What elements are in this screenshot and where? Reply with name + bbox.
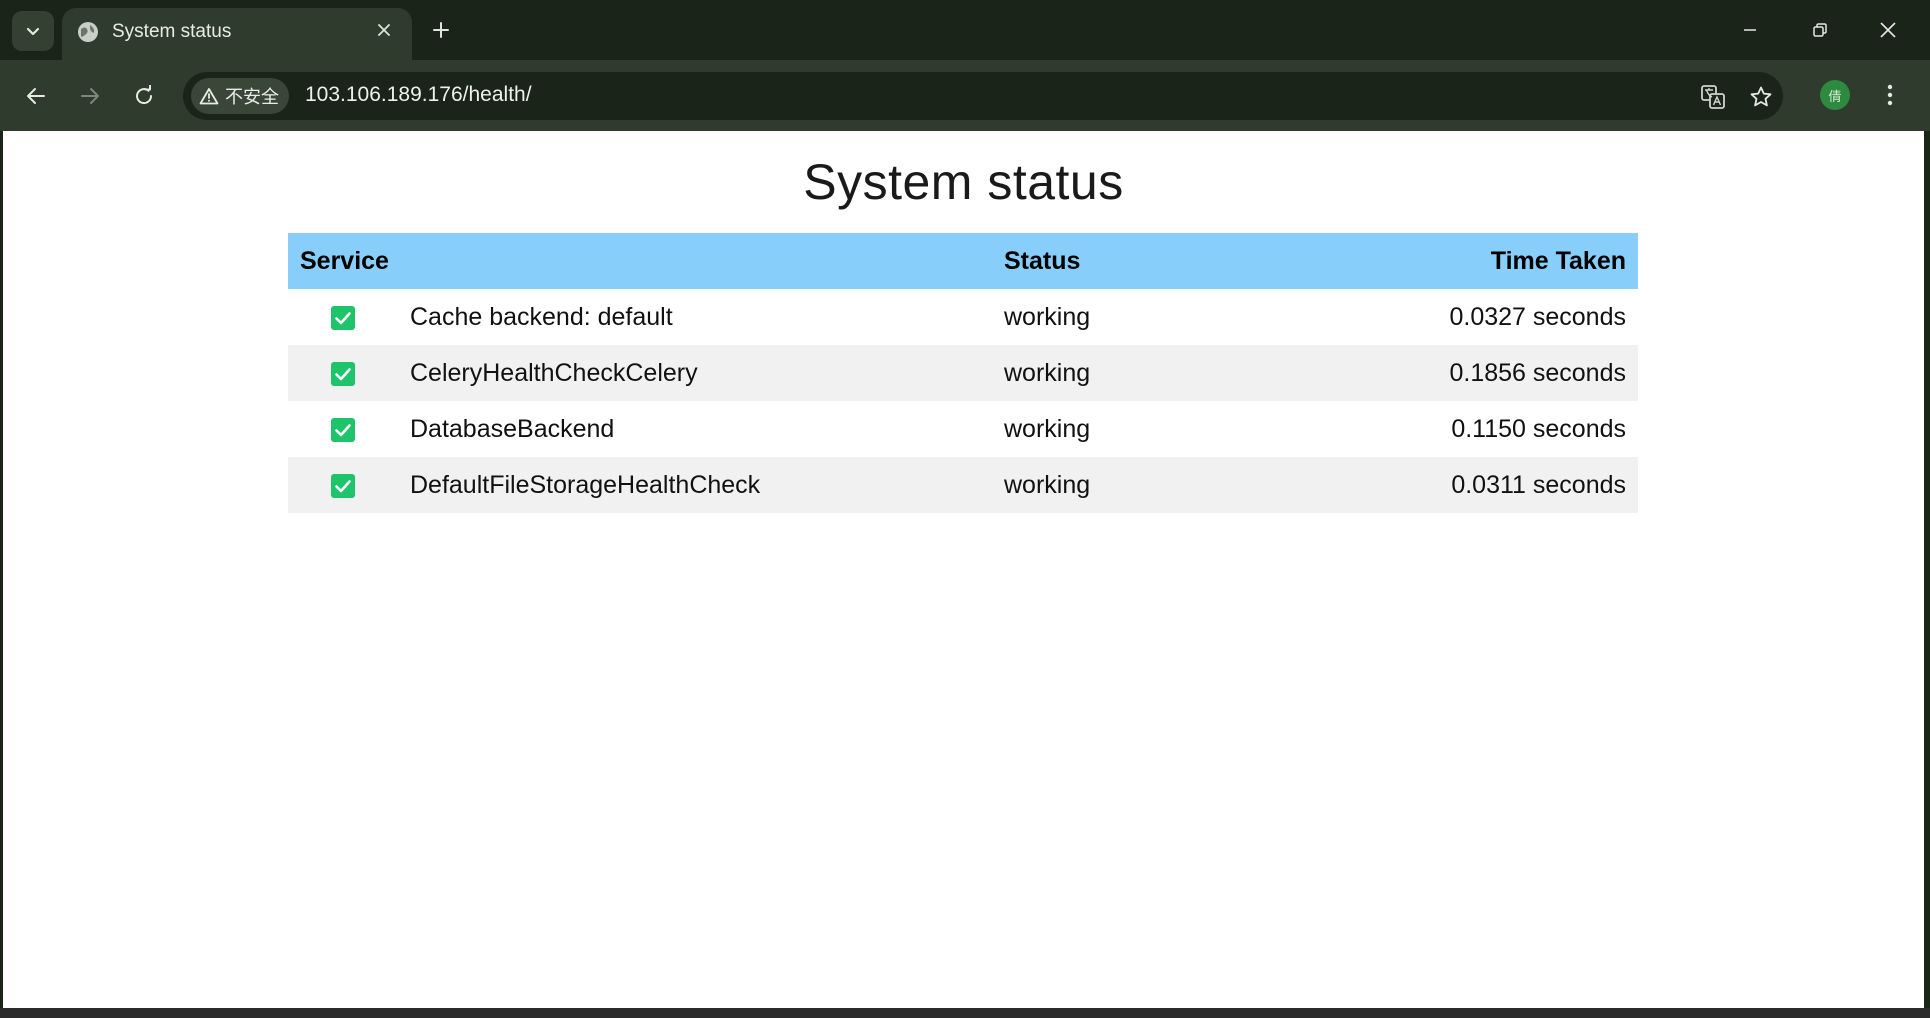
- status-icon-cell: [288, 457, 398, 513]
- bookmark-button[interactable]: [1743, 79, 1779, 115]
- address-bar[interactable]: 不安全 103.106.189.176/health/: [183, 72, 1783, 120]
- table-row: CeleryHealthCheckCelery working 0.1856 s…: [288, 345, 1638, 401]
- column-header-service: Service: [300, 246, 389, 275]
- translate-icon: [1701, 85, 1725, 109]
- forward-arrow-icon: [81, 88, 99, 104]
- reload-button[interactable]: [126, 78, 162, 114]
- service-name: DatabaseBackend: [410, 414, 615, 443]
- back-button[interactable]: [18, 78, 54, 114]
- check-icon: [331, 473, 355, 498]
- translate-button[interactable]: [1695, 79, 1731, 115]
- service-status: working: [1004, 414, 1091, 443]
- minimize-button[interactable]: [1730, 14, 1770, 46]
- back-arrow-icon: [27, 88, 45, 104]
- check-icon: [331, 305, 355, 330]
- time-taken: 0.0311 seconds: [1451, 470, 1626, 499]
- restore-icon: [1813, 23, 1827, 37]
- browser-menu-button[interactable]: [1872, 77, 1908, 113]
- status-icon-cell: [288, 289, 398, 345]
- reload-icon: [136, 85, 153, 105]
- close-icon: [378, 24, 390, 36]
- toolbar: 不安全 103.106.189.176/health/ 倩: [0, 60, 1930, 131]
- forward-button[interactable]: [72, 78, 108, 114]
- time-taken: 0.1856 seconds: [1449, 358, 1626, 387]
- check-icon: [331, 361, 355, 386]
- service-status: working: [1004, 470, 1091, 499]
- page-title: System status: [803, 154, 1124, 210]
- service-status: working: [1004, 358, 1091, 387]
- url-text[interactable]: 103.106.189.176/health/: [305, 83, 532, 107]
- minimize-icon: [1744, 29, 1756, 31]
- browser-chrome: System status 不安全 103.106.189.176/health…: [0, 0, 1930, 131]
- table-row: DefaultFileStorageHealthCheck working 0.…: [288, 457, 1638, 513]
- tab-search-button[interactable]: [12, 11, 54, 51]
- page-content: System status Service Status Time Taken …: [3, 131, 1924, 1008]
- check-icon: [331, 417, 355, 442]
- kebab-menu-icon: [1887, 84, 1893, 106]
- tab-search-icon: [26, 27, 40, 36]
- tab-active[interactable]: System status: [62, 8, 412, 60]
- star-icon: [1750, 86, 1772, 107]
- warning-icon: [199, 88, 219, 105]
- column-header-time-taken: Time Taken: [1490, 246, 1626, 275]
- tab-bar: System status: [0, 0, 1930, 60]
- table-header-row: Service Status Time Taken: [288, 233, 1638, 289]
- health-status-table: Service Status Time Taken Cache backend:…: [288, 233, 1638, 513]
- tab-close-button[interactable]: [372, 18, 396, 42]
- service-name: CeleryHealthCheckCelery: [410, 358, 698, 387]
- table-row: DatabaseBackend working 0.1150 seconds: [288, 401, 1638, 457]
- time-taken: 0.0327 seconds: [1449, 302, 1626, 331]
- new-tab-button[interactable]: [425, 14, 457, 46]
- security-indicator[interactable]: 不安全: [191, 78, 289, 114]
- status-icon-cell: [288, 401, 398, 457]
- security-label: 不安全: [225, 87, 279, 108]
- tab-title: System status: [112, 21, 232, 42]
- service-name: Cache backend: default: [410, 302, 673, 331]
- service-name: DefaultFileStorageHealthCheck: [410, 470, 761, 499]
- restore-button[interactable]: [1800, 14, 1840, 46]
- table-row: Cache backend: default working 0.0327 se…: [288, 289, 1638, 345]
- globe-icon: [78, 22, 98, 42]
- window-close-icon: [1880, 22, 1896, 38]
- time-taken: 0.1150 seconds: [1451, 414, 1626, 443]
- status-icon-cell: [288, 345, 398, 401]
- service-status: working: [1004, 302, 1091, 331]
- column-header-status: Status: [1004, 246, 1081, 275]
- window-close-button[interactable]: [1868, 14, 1908, 46]
- taskbar-strip: [0, 1008, 1930, 1018]
- profile-avatar[interactable]: 倩: [1820, 80, 1850, 110]
- plus-icon: [433, 22, 449, 38]
